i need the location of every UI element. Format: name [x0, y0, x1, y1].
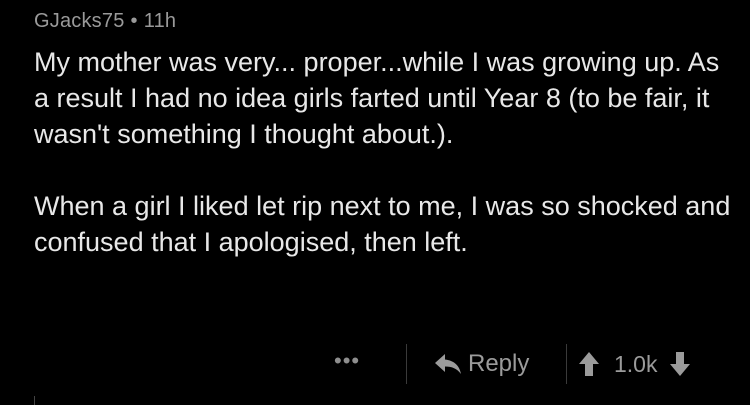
action-divider: [406, 344, 407, 384]
comment: GJacks75 • 11h My mother was very... prope…: [0, 0, 750, 405]
upvote-arrow-icon[interactable]: [578, 351, 600, 377]
vote-score: 1.0k: [614, 350, 658, 377]
reply-button[interactable]: Reply: [434, 347, 529, 381]
more-options-button[interactable]: •••: [334, 348, 360, 374]
comment-paragraph: When a girl I liked let rip next to me, …: [34, 191, 731, 257]
thread-line: [34, 396, 35, 405]
reply-label: Reply: [468, 350, 530, 377]
vote-controls: 1.0k: [578, 347, 691, 381]
action-divider: [566, 344, 567, 384]
reply-arrow-icon: [435, 354, 461, 374]
comment-paragraph: My mother was very... proper...while I w…: [34, 47, 720, 149]
meta-separator: •: [130, 10, 138, 32]
comment-meta: GJacks75 • 11h: [34, 10, 176, 33]
downvote-arrow-icon[interactable]: [669, 351, 691, 377]
comment-actions: ••• Reply 1.0k: [0, 340, 750, 390]
comment-body: My mother was very... proper...while I w…: [34, 44, 734, 260]
author-name[interactable]: GJacks75: [34, 10, 125, 32]
comment-time: 11h: [143, 10, 177, 32]
